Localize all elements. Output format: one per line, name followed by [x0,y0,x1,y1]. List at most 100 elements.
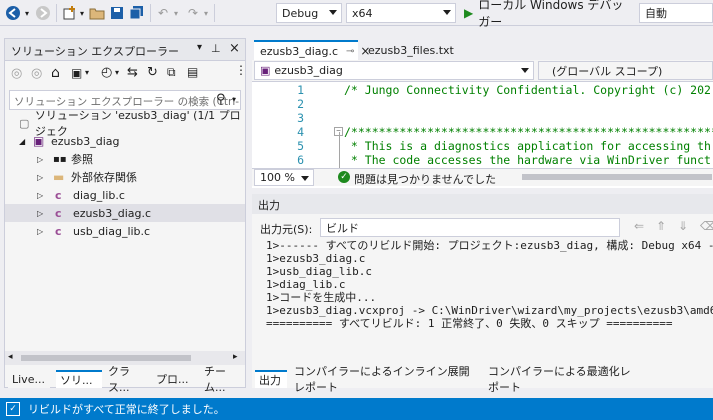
pin-icon[interactable]: ⊸ [346,46,354,57]
scrollbar-thumb[interactable] [522,174,712,180]
main-toolbar: ▾ ▾ ↶ ▾ ↷ ▾ Debug x64 ▶ ローカル Windows デバッ… [0,0,713,29]
tab-label: 出力 [259,374,281,387]
new-item-icon[interactable] [60,4,78,22]
tree-item-label: ezusb3_diag.c [73,206,152,220]
source-value: ビルド [326,221,359,235]
tree-item-usb-diag-lib[interactable]: ▷ c usb_diag_lib.c [5,222,245,240]
show-all-files-icon[interactable]: ▤ [187,65,198,79]
tab-property-manager[interactable]: プロ... [152,370,198,388]
chevron-down-icon[interactable]: ▾ [85,68,89,77]
tree-item-label: diag_lib.c [73,188,125,202]
tab-label: チーム... [204,365,226,394]
chevron-down-icon [521,68,529,73]
new-item-dropdown-icon[interactable]: ▾ [78,4,86,22]
tree-project[interactable]: ◢ ▣ ezusb3_diag [5,132,245,150]
zoom-select[interactable]: 100 % [254,169,314,186]
tab-live-share[interactable]: Live... [8,370,50,388]
undo-icon[interactable]: ↶ [154,4,172,22]
collapsed-icon: ▷ [37,226,44,236]
tab-ezusb3-files-txt[interactable]: ezusb3_files.txt [362,40,470,60]
editor-statusbar: 100 % ✓ 問題は見つかりませんでした [252,168,713,186]
solution-explorer-toolbar: ◎ ◎ ⌂ ▣ ▾ ◴ ▾ ⇆ ↻ ⧉ ▤ ⋮ [5,62,247,86]
tab-label: コンパイラーによるインライン展開レポート [294,365,470,394]
tree-item-external-deps[interactable]: ▷ ▬ 外部依存関係 [5,168,245,186]
tab-label: クラス... [108,365,130,394]
line-number: 4 [297,125,304,139]
tab-label: Live... [12,372,45,386]
tab-ezusb3-diag-c[interactable]: ezusb3_diag.c ⊸ × [254,40,370,60]
source-select[interactable]: ビルド [320,218,620,237]
more-icon[interactable]: ⋮ [235,63,247,77]
refresh-icon[interactable]: ↻ [147,65,158,80]
goto-error-icon[interactable]: ⇐ [634,219,644,233]
scroll-right-icon[interactable]: ▸ [233,352,238,362]
solution-explorer-title: ソリューション エクスプローラー [11,45,179,58]
back-dropdown-icon[interactable]: ▾ [23,4,31,22]
scroll-left-icon[interactable]: ◂ [8,352,13,362]
tab-label: ソリ... [60,374,93,387]
line-number: 2 [297,97,304,111]
pending-changes-icon[interactable]: ◴ [101,65,112,80]
file-select[interactable]: ▣ ezusb3_diag [254,61,534,80]
sync-icon[interactable]: ⇆ [127,65,138,80]
back-icon[interactable] [4,4,22,22]
tree-item-references[interactable]: ▷ ▪▪ 参照 [5,150,245,168]
tab-solution-explorer[interactable]: ソリ... [56,370,102,388]
home-icon[interactable]: ⌂ [51,65,60,81]
collapsed-icon: ▷ [37,154,44,164]
tab-label: ezusb3_files.txt [368,43,454,57]
code-line: 2 [252,97,713,111]
redo-dropdown-icon[interactable]: ▾ [202,4,210,22]
tab-team-explorer[interactable]: チーム... [200,365,246,394]
platform-select[interactable]: x64 [346,3,456,23]
clear-all-icon[interactable]: ⌫ [700,219,713,233]
expanded-icon: ◢ [19,136,26,146]
scrollbar-thumb[interactable] [21,355,191,361]
dropdown-icon[interactable]: ▾ [197,42,202,53]
editor-navbar: ▣ ezusb3_diag (グローバル スコープ) [252,60,713,82]
collapse-all-icon[interactable]: ⧉ [167,65,176,80]
solution-icon: ▢ [19,116,30,130]
tree-item-ezusb3-diag[interactable]: ▷ c ezusb3_diag.c [5,204,245,222]
previous-message-icon[interactable]: ⇑ [656,219,666,233]
tree-item-label: usb_diag_lib.c [73,224,151,238]
tree-item-diag-lib[interactable]: ▷ c diag_lib.c [5,186,245,204]
close-icon[interactable]: × [229,41,240,56]
forward-icon[interactable]: ◎ [31,66,42,81]
save-all-icon[interactable] [128,4,146,22]
code-text: * This is a diagnostics application for … [344,139,711,153]
run-mode-select[interactable]: 自動 [639,3,713,23]
switch-views-icon[interactable]: ▣ [71,66,82,80]
chevron-down-icon [329,10,337,15]
output-line: ========== すべてリビルド: 1 正常終了、0 失敗、0 スキップ =… [266,317,673,330]
back-icon[interactable]: ◎ [11,66,22,81]
chevron-down-icon [443,10,451,15]
tree-solution[interactable]: ▢ ソリューション 'ezusb3_diag' (1/1 プロジェク [5,109,245,138]
code-text: * The code accesses the hardware via Win… [344,153,711,167]
start-debug-button[interactable]: ▶ ローカル Windows デバッガー ▾ [464,0,644,29]
chevron-down-icon[interactable]: ▾ [115,68,119,77]
undo-dropdown-icon[interactable]: ▾ [172,4,180,22]
config-select[interactable]: Debug [276,3,342,23]
line-number: 6 [297,153,304,167]
tab-inline-report[interactable]: コンパイラーによるインライン展開レポート [290,365,482,394]
code-area[interactable]: 1 /* Jungo Connectivity Confidential. Cop… [252,82,713,172]
redo-icon[interactable]: ↷ [184,4,202,22]
status-bar: ✓ リビルドがすべて正常に終了しました。 [0,398,713,420]
output-text-area[interactable]: 1>------ すべてのリビルド開始: プロジェクト:ezusb3_diag,… [252,239,713,367]
pin-icon[interactable]: ⊥ [211,42,221,55]
chevron-down-icon[interactable]: ▾ [232,95,236,104]
line-number: 5 [297,139,304,153]
scope-select[interactable]: (グローバル スコープ) [538,61,713,80]
status-icon: ✓ [6,402,20,416]
search-icon[interactable]: ⚲ [216,92,226,107]
next-message-icon[interactable]: ⇓ [678,219,688,233]
open-folder-icon[interactable] [88,4,106,22]
tab-class-view[interactable]: クラス... [104,365,150,394]
platform-value: x64 [352,6,373,20]
forward-icon[interactable] [34,4,52,22]
tab-optimization-report[interactable]: コンパイラーによる最適化レポート [484,365,644,394]
save-icon[interactable] [108,4,126,22]
source-label: 出力元(S): [260,223,313,236]
tab-output[interactable]: 出力 [255,370,287,388]
